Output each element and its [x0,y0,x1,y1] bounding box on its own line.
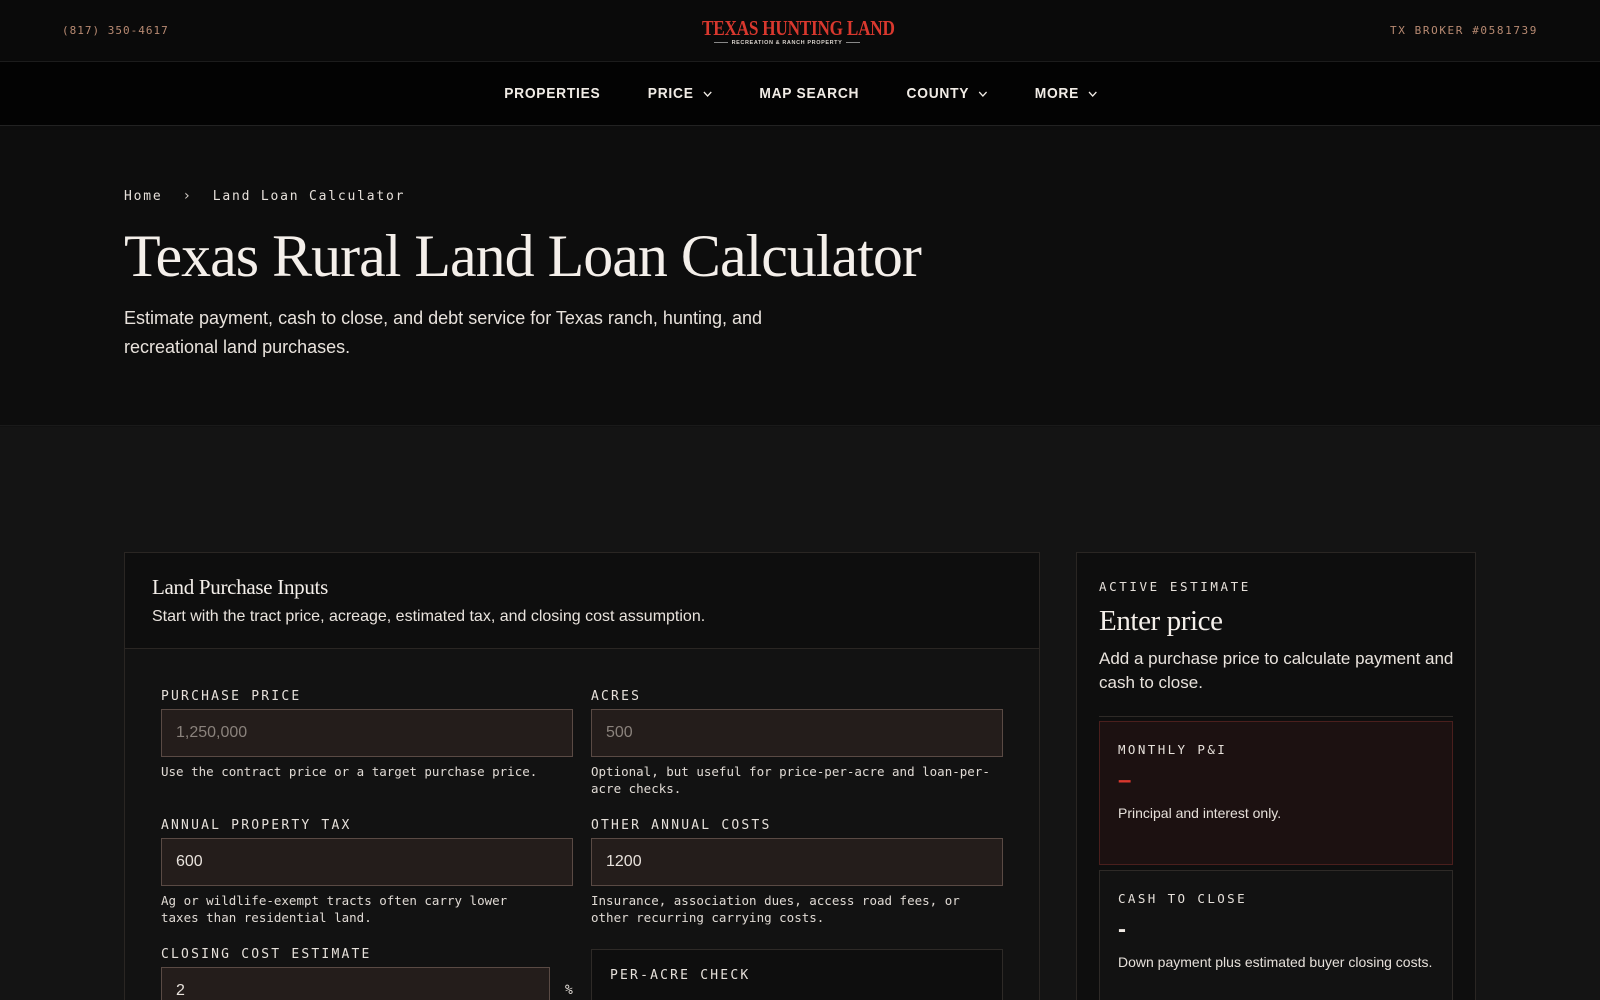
estimate-description: Add a purchase price to calculate paymen… [1099,649,1454,692]
nav-price[interactable]: PRICE [648,85,712,102]
breadcrumb-current: Land Loan Calculator [212,188,406,204]
cash-to-close-value: - [1118,916,1126,943]
monthly-pi-value: – [1118,767,1132,794]
logo-tagline: RECREATION & RANCH PROPERTY [713,40,861,46]
annual-tax-label: ANNUAL PROPERTY TAX [161,818,352,833]
top-bar: (817) 350-4617 TEXAS HUNTING LAND RECREA… [0,0,1600,62]
monthly-pi-card: MONTHLY P&I – Principal and interest onl… [1099,721,1453,865]
calculator-section: Land Purchase Inputs Start with the trac… [0,427,1600,1000]
estimate-kicker: ACTIVE ESTIMATE [1099,579,1251,594]
acres-label: ACRES [591,689,642,704]
estimate-title: Enter price [1099,605,1223,637]
page-title: Texas Rural Land Loan Calculator [124,223,922,289]
estimate-divider [1099,716,1453,717]
nav-properties[interactable]: PROPERTIES [504,85,600,102]
main-nav: PROPERTIES PRICE MAP SEARCH COUNTY MORE [0,62,1600,126]
purchase-price-input[interactable] [161,709,573,757]
per-acre-check-card: PER-ACRE CHECK [591,949,1003,1000]
cash-to-close-note: Down payment plus estimated buyer closin… [1118,954,1433,970]
broker-license: TX BROKER #0581739 [1389,24,1538,37]
cash-to-close-label: CASH TO CLOSE [1118,891,1248,906]
monthly-pi-note: Principal and interest only. [1118,805,1282,821]
hero-section: Home › Land Loan Calculator Texas Rural … [0,126,1600,426]
page-subtitle: Estimate payment, cash to close, and deb… [124,308,763,357]
site-logo[interactable]: TEXAS HUNTING LAND RECREATION & RANCH PR… [700,10,902,52]
closing-cost-input[interactable] [161,967,550,1000]
monthly-pi-label: MONTHLY P&I [1118,742,1228,757]
other-costs-label: OTHER ANNUAL COSTS [591,818,772,833]
chevron-down-icon [703,91,712,97]
cash-to-close-card: CASH TO CLOSE - Down payment plus estima… [1099,870,1453,1000]
acres-input[interactable] [591,709,1003,757]
inputs-card: Land Purchase Inputs Start with the trac… [124,552,1040,1000]
chevron-down-icon [979,91,988,97]
estimate-card: ACTIVE ESTIMATE Enter price Add a purcha… [1076,552,1476,1000]
breadcrumb-home[interactable]: Home [124,189,163,204]
per-acre-check-label: PER-ACRE CHECK [610,968,751,983]
acres-help: Optional, but useful for price-per-acre … [591,764,990,796]
inputs-card-title: Land Purchase Inputs [152,575,328,599]
other-costs-input[interactable] [591,838,1003,886]
purchase-price-label: PURCHASE PRICE [161,689,302,704]
percent-unit: % [565,983,573,998]
closing-cost-label: CLOSING COST ESTIMATE [161,947,372,962]
chevron-down-icon [1088,91,1097,97]
nav-more[interactable]: MORE [1034,85,1097,102]
annual-tax-input[interactable] [161,838,573,886]
purchase-price-help: Use the contract price or a target purch… [161,764,538,779]
nav-map-search[interactable]: MAP SEARCH [759,85,859,102]
logo-wordmark: TEXAS HUNTING LAND [702,15,895,40]
other-costs-help: Insurance, association dues, access road… [591,893,960,925]
inputs-card-header: Land Purchase Inputs Start with the trac… [125,553,1039,649]
breadcrumb: Home › Land Loan Calculator [124,188,405,204]
annual-tax-help: Ag or wildlife-exempt tracts often carry… [161,893,508,925]
inputs-card-description: Start with the tract price, acreage, est… [152,608,706,625]
nav-county[interactable]: COUNTY [907,85,988,102]
breadcrumb-separator-icon: › [182,188,193,204]
phone-link[interactable]: (817) 350-4617 [62,24,169,37]
